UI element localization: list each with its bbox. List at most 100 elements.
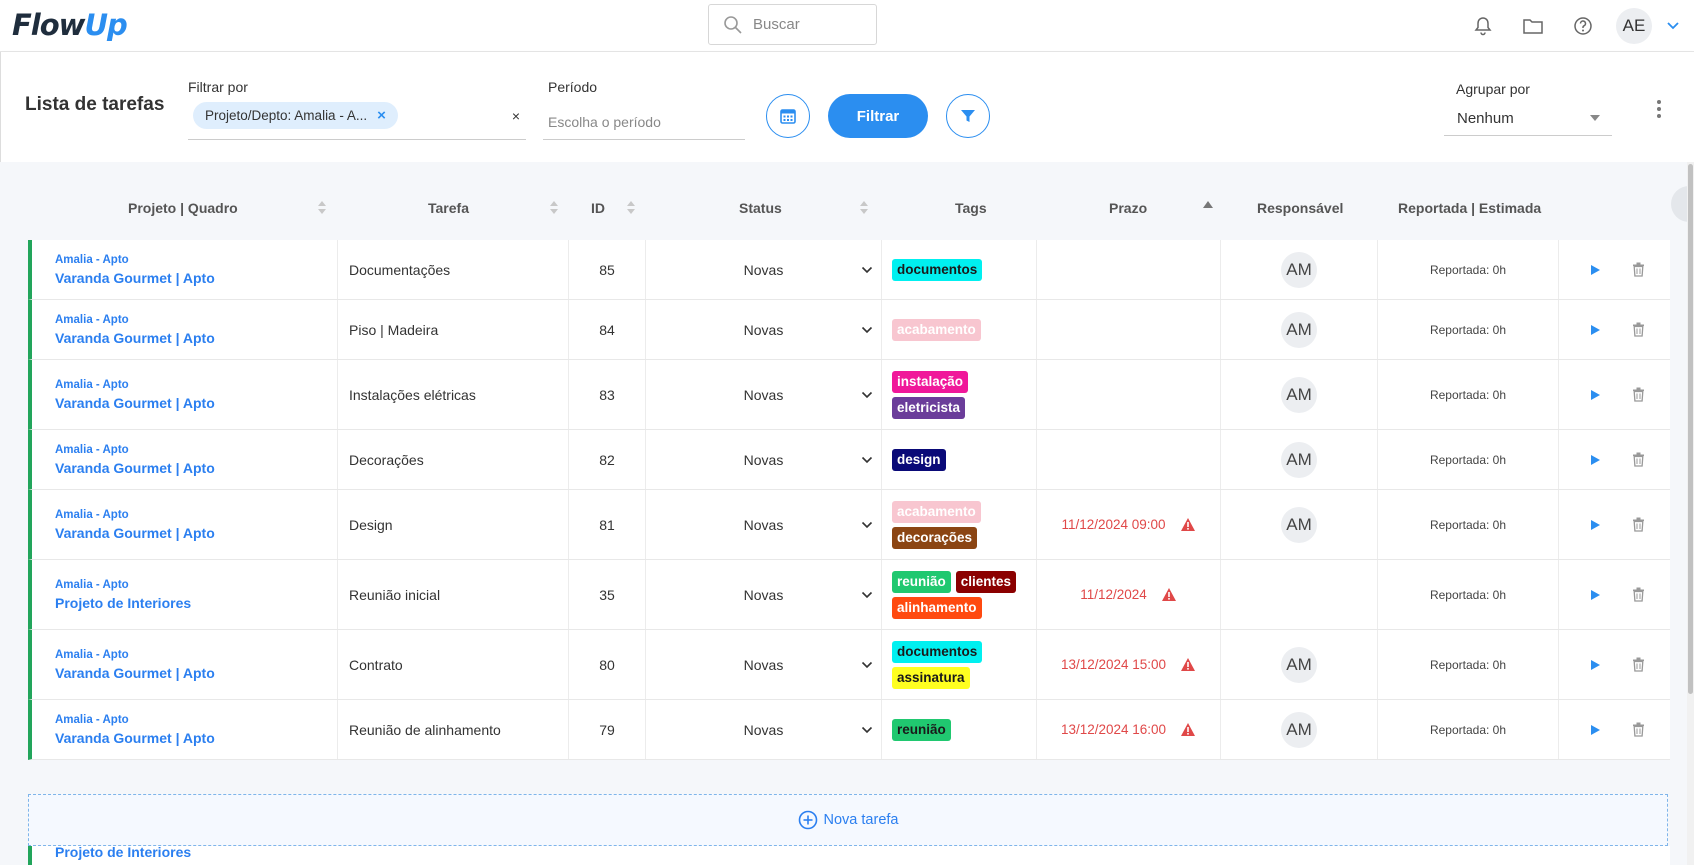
owner-cell[interactable]: AM bbox=[1221, 490, 1378, 559]
project-name[interactable]: Amalia - Apto bbox=[55, 714, 129, 726]
deadline-cell[interactable]: 13/12/2024 15:00 bbox=[1037, 630, 1221, 699]
task-name[interactable]: Reunião de alinhamento bbox=[338, 700, 569, 759]
notifications-button[interactable] bbox=[1458, 0, 1508, 52]
table-row[interactable]: Amalia - Apto Varanda Gourmet | Apto Des… bbox=[28, 490, 1670, 560]
tags-cell[interactable]: instalação eletricista bbox=[882, 360, 1037, 429]
remove-chip-icon[interactable]: × bbox=[377, 107, 386, 124]
avatar[interactable]: AM bbox=[1281, 711, 1317, 748]
column-project[interactable]: Projeto | Quadro bbox=[128, 200, 238, 216]
project-board[interactable]: Varanda Gourmet | Apto bbox=[55, 730, 215, 746]
task-name[interactable]: Contrato bbox=[338, 630, 569, 699]
trash-icon[interactable] bbox=[1632, 722, 1645, 737]
project-board[interactable]: Projeto de Interiores bbox=[55, 595, 191, 611]
sort-icon[interactable] bbox=[860, 200, 868, 216]
tags-cell[interactable]: reunião clientes alinhamento bbox=[882, 560, 1037, 629]
period-input[interactable]: Escolha o período bbox=[543, 106, 745, 140]
column-id[interactable]: ID bbox=[591, 200, 605, 216]
table-row[interactable]: Amalia - Apto Varanda Gourmet | Apto Doc… bbox=[28, 240, 1670, 300]
avatar[interactable]: AM bbox=[1281, 311, 1317, 348]
scrollbar-thumb[interactable] bbox=[1688, 164, 1693, 694]
trash-icon[interactable] bbox=[1632, 657, 1645, 672]
project-name[interactable]: Amalia - Apto bbox=[55, 379, 129, 391]
owner-cell[interactable]: AM bbox=[1221, 630, 1378, 699]
play-icon[interactable] bbox=[1589, 454, 1601, 466]
status-select[interactable]: Novas bbox=[646, 490, 882, 559]
scrollbar[interactable] bbox=[1687, 162, 1694, 865]
owner-cell[interactable]: AM bbox=[1221, 430, 1378, 489]
project-board[interactable]: Varanda Gourmet | Apto bbox=[55, 330, 215, 346]
status-select[interactable]: Novas bbox=[646, 700, 882, 759]
owner-cell[interactable]: AM bbox=[1221, 360, 1378, 429]
search-input[interactable]: Buscar bbox=[708, 4, 877, 45]
play-icon[interactable] bbox=[1589, 519, 1601, 531]
deadline-cell[interactable]: 11/12/2024 bbox=[1037, 560, 1221, 629]
owner-cell[interactable]: AM bbox=[1221, 300, 1378, 359]
more-options-icon[interactable] bbox=[1656, 98, 1662, 120]
table-row[interactable]: Amalia - Apto Varanda Gourmet | Apto Reu… bbox=[28, 700, 1670, 760]
sort-icon[interactable] bbox=[550, 200, 558, 216]
deadline-cell[interactable] bbox=[1037, 430, 1221, 489]
column-deadline[interactable]: Prazo bbox=[1109, 200, 1147, 216]
column-status[interactable]: Status bbox=[739, 200, 782, 216]
trash-icon[interactable] bbox=[1632, 262, 1645, 277]
project-name[interactable]: Amalia - Apto bbox=[55, 579, 129, 591]
trash-icon[interactable] bbox=[1632, 322, 1645, 337]
avatar[interactable]: AM bbox=[1281, 251, 1317, 288]
avatar[interactable]: AM bbox=[1281, 376, 1317, 413]
project-board[interactable]: Varanda Gourmet | Apto bbox=[55, 525, 215, 541]
owner-cell[interactable] bbox=[1221, 560, 1378, 629]
task-name[interactable]: Design bbox=[338, 490, 569, 559]
tags-cell[interactable]: acabamento bbox=[882, 300, 1037, 359]
play-icon[interactable] bbox=[1589, 659, 1601, 671]
trash-icon[interactable] bbox=[1632, 387, 1645, 402]
owner-cell[interactable]: AM bbox=[1221, 240, 1378, 299]
status-select[interactable]: Novas bbox=[646, 240, 882, 299]
play-icon[interactable] bbox=[1589, 389, 1601, 401]
task-name[interactable]: Instalações elétricas bbox=[338, 360, 569, 429]
project-name[interactable]: Amalia - Apto bbox=[55, 314, 129, 326]
trash-icon[interactable] bbox=[1632, 587, 1645, 602]
user-avatar[interactable]: AE bbox=[1616, 8, 1652, 44]
project-board[interactable]: Varanda Gourmet | Apto bbox=[55, 665, 215, 681]
filter-field[interactable]: Projeto/Depto: Amalia - A... × × bbox=[188, 98, 526, 140]
filter-chip[interactable]: Projeto/Depto: Amalia - A... × bbox=[193, 102, 398, 129]
filter-button[interactable]: Filtrar bbox=[828, 94, 928, 138]
table-row[interactable]: Amalia - Apto Varanda Gourmet | Apto Pis… bbox=[28, 300, 1670, 360]
status-select[interactable]: Novas bbox=[646, 360, 882, 429]
table-row[interactable]: Amalia - Apto Projeto de Interiores Reun… bbox=[28, 560, 1670, 630]
deadline-cell[interactable] bbox=[1037, 300, 1221, 359]
folder-button[interactable] bbox=[1508, 0, 1558, 52]
sort-ascending-icon[interactable] bbox=[1203, 201, 1213, 208]
deadline-cell[interactable] bbox=[1037, 240, 1221, 299]
status-select[interactable]: Novas bbox=[646, 300, 882, 359]
calendar-button[interactable] bbox=[766, 94, 810, 138]
task-name[interactable]: Piso | Madeira bbox=[338, 300, 569, 359]
sort-icon[interactable] bbox=[318, 200, 326, 216]
table-row[interactable]: Amalia - Apto Varanda Gourmet | Apto Ins… bbox=[28, 360, 1670, 430]
play-icon[interactable] bbox=[1589, 324, 1601, 336]
play-icon[interactable] bbox=[1589, 589, 1601, 601]
project-name[interactable]: Amalia - Apto bbox=[55, 444, 129, 456]
project-board[interactable]: Varanda Gourmet | Apto bbox=[55, 460, 215, 476]
project-board[interactable]: Varanda Gourmet | Apto bbox=[55, 270, 215, 286]
tags-cell[interactable]: reunião bbox=[882, 700, 1037, 759]
help-button[interactable] bbox=[1558, 0, 1608, 52]
clear-filter-button[interactable]: × bbox=[512, 108, 520, 124]
advanced-filter-button[interactable] bbox=[946, 94, 990, 138]
avatar[interactable]: AM bbox=[1281, 646, 1317, 683]
group-by-select[interactable]: Nenhum bbox=[1444, 100, 1612, 136]
tags-cell[interactable]: documentos assinatura bbox=[882, 630, 1037, 699]
task-name[interactable]: Decorações bbox=[338, 430, 569, 489]
tags-cell[interactable]: documentos bbox=[882, 240, 1037, 299]
project-board[interactable]: Varanda Gourmet | Apto bbox=[55, 395, 215, 411]
owner-cell[interactable]: AM bbox=[1221, 700, 1378, 759]
new-task-button[interactable]: Nova tarefa bbox=[28, 794, 1668, 846]
deadline-cell[interactable]: 13/12/2024 16:00 bbox=[1037, 700, 1221, 759]
deadline-cell[interactable]: 11/12/2024 09:00 bbox=[1037, 490, 1221, 559]
task-name[interactable]: Documentações bbox=[338, 240, 569, 299]
play-icon[interactable] bbox=[1589, 264, 1601, 276]
chevron-down-icon[interactable] bbox=[1666, 21, 1680, 31]
status-select[interactable]: Novas bbox=[646, 430, 882, 489]
avatar[interactable]: AM bbox=[1281, 506, 1317, 543]
project-name[interactable]: Amalia - Apto bbox=[55, 254, 129, 266]
